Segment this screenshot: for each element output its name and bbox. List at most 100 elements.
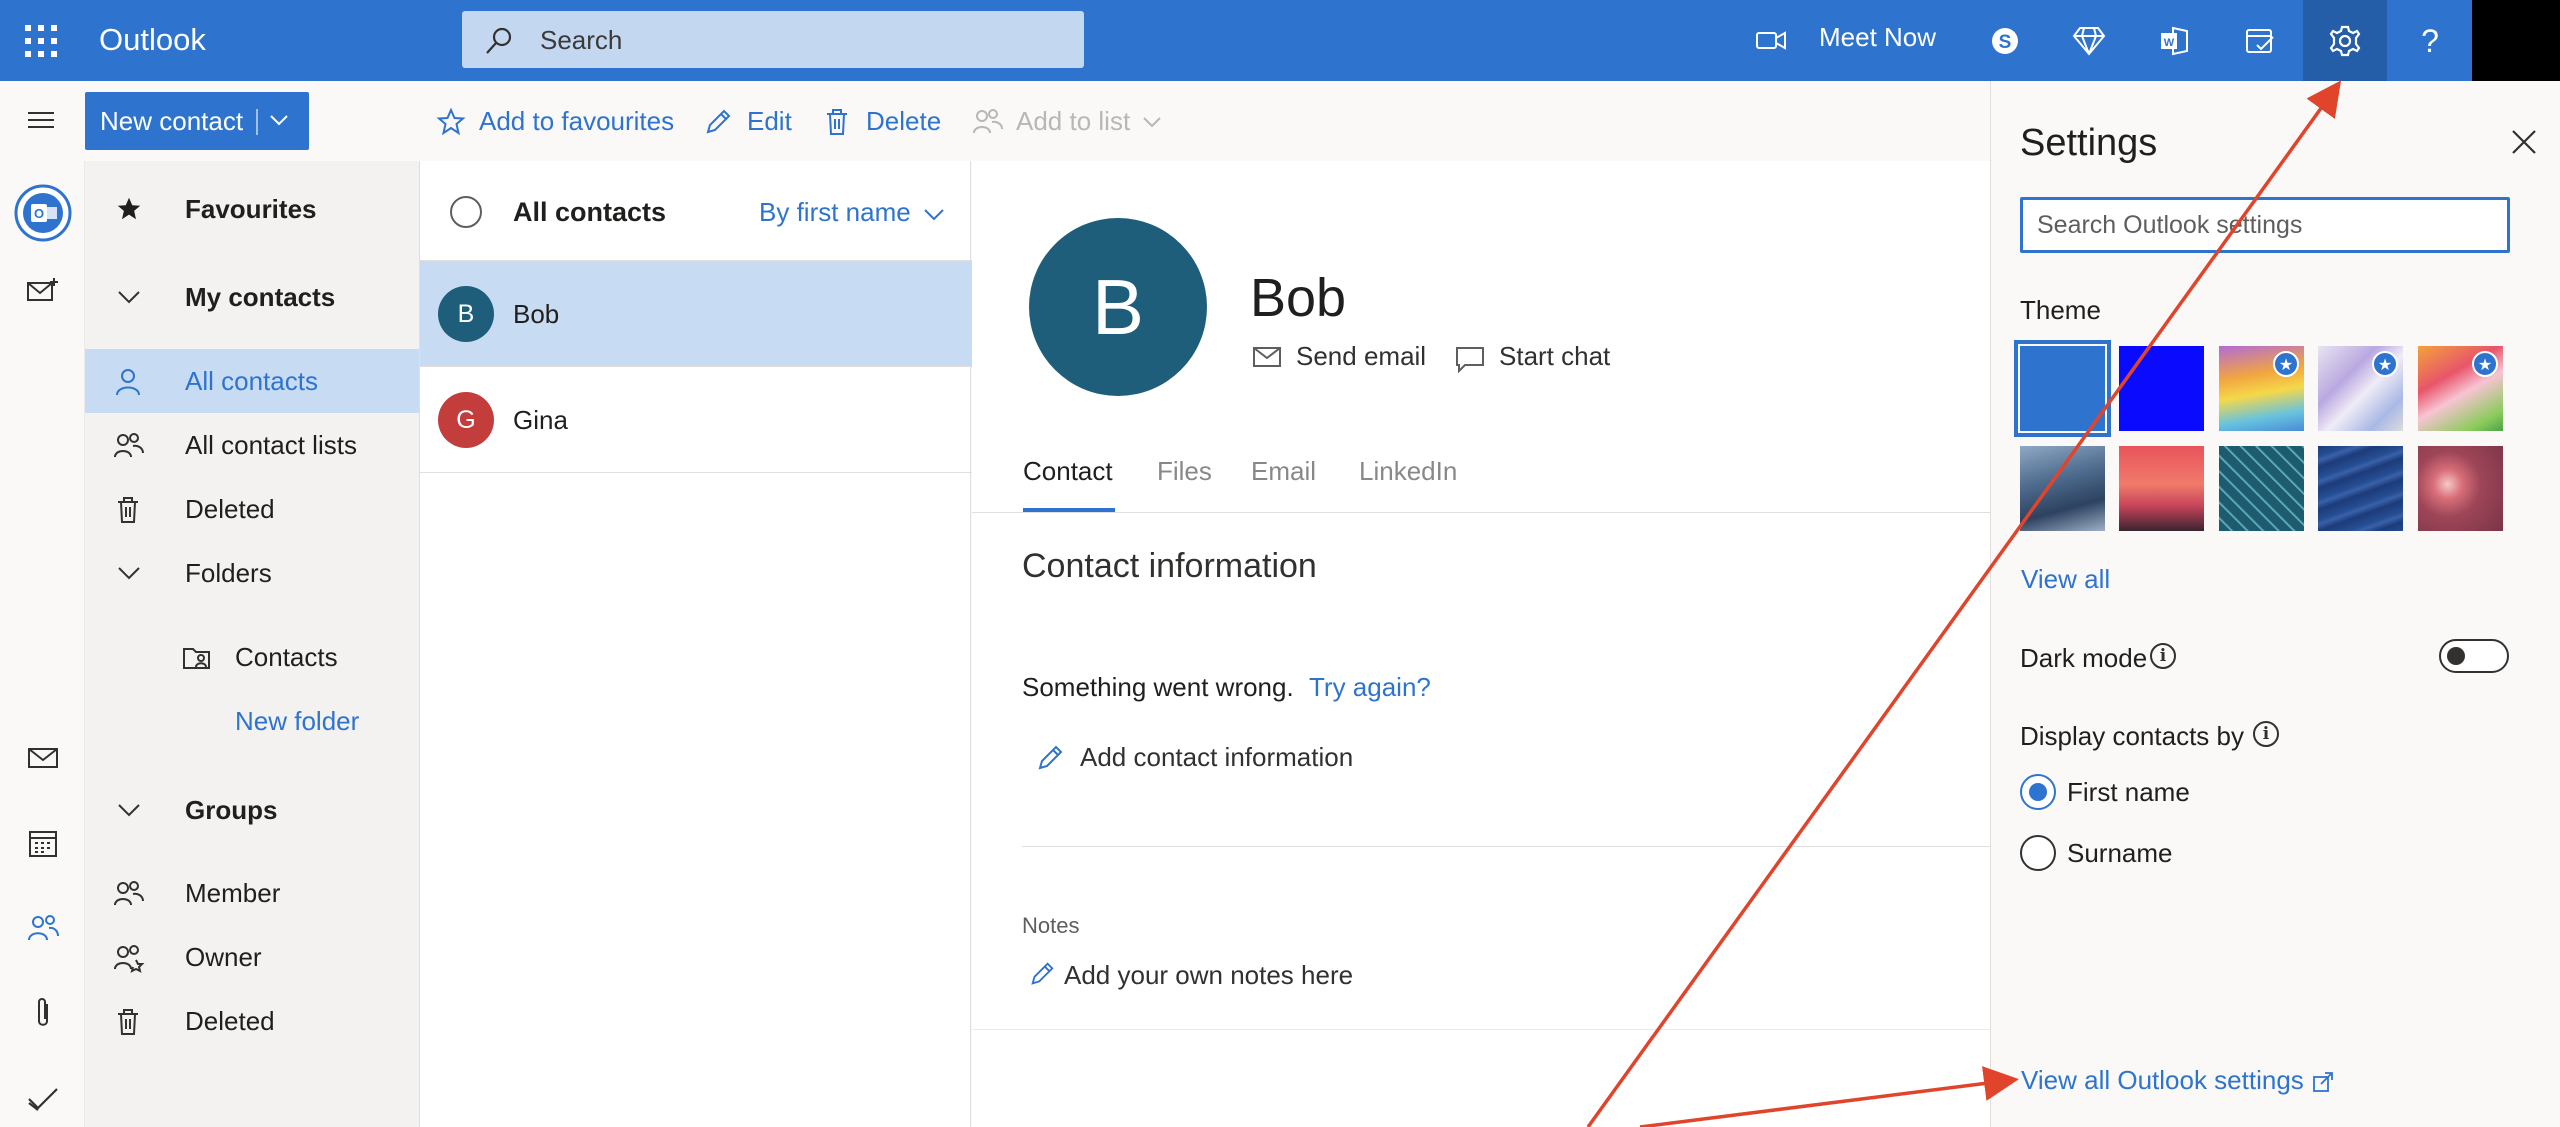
add-to-list-label: Add to list xyxy=(1016,106,1131,136)
mail-icon[interactable] xyxy=(0,728,85,788)
list-header: All contacts By first name xyxy=(420,161,972,261)
info-icon[interactable]: i xyxy=(2150,643,2176,669)
menu-icon[interactable] xyxy=(26,108,56,132)
new-mail-icon[interactable] xyxy=(0,261,85,321)
theme-blue[interactable] xyxy=(2014,340,2111,437)
diamond-icon[interactable] xyxy=(2047,0,2131,81)
theme-bokeh[interactable] xyxy=(2418,446,2503,531)
delete-button[interactable]: Delete xyxy=(822,103,942,141)
theme-navy[interactable] xyxy=(2318,446,2403,531)
theme-bright-blue[interactable] xyxy=(2119,346,2204,431)
app-title[interactable]: Outlook xyxy=(99,20,206,60)
people-icon[interactable] xyxy=(0,898,85,958)
view-all-themes-link[interactable]: View all xyxy=(2021,562,2110,596)
owner-label: Owner xyxy=(185,942,262,972)
display-contacts-label: Display contacts by xyxy=(2020,721,2244,751)
new-contact-label: New contact xyxy=(100,106,244,136)
star-outline-icon xyxy=(436,107,466,137)
divider xyxy=(1022,846,1990,847)
office-icon[interactable]: W xyxy=(2133,0,2217,81)
chevron-down-icon[interactable] xyxy=(268,109,290,131)
groups-item[interactable]: Groups xyxy=(85,778,419,842)
settings-title: Settings xyxy=(2020,122,2158,164)
todo-icon[interactable] xyxy=(0,1068,85,1127)
contact-name: Bob xyxy=(513,299,560,329)
calendar-icon[interactable] xyxy=(0,813,85,873)
my-contacts-label: My contacts xyxy=(185,282,336,312)
all-contact-lists-item[interactable]: All contact lists xyxy=(85,413,419,477)
surname-radio[interactable] xyxy=(2020,835,2056,871)
premium-star-icon: ★ xyxy=(2372,351,2398,377)
list-item[interactable]: G Gina xyxy=(420,367,972,473)
search-input[interactable]: Search xyxy=(462,11,1084,68)
svg-text:?: ? xyxy=(2421,24,2439,58)
command-bar: New contact Add to favourites Edit Delet… xyxy=(0,81,1990,161)
folders-item[interactable]: Folders xyxy=(85,541,419,605)
contact-tabs: Contact Files Email LinkedIn xyxy=(972,441,1990,513)
sort-dropdown[interactable]: By first name xyxy=(759,194,944,230)
pencil-icon xyxy=(703,107,733,137)
help-icon[interactable]: ? xyxy=(2388,0,2472,81)
theme-landscape[interactable] xyxy=(2020,446,2105,531)
settings-search-input[interactable] xyxy=(2020,197,2510,253)
favourites-item[interactable]: Favourites xyxy=(85,177,419,241)
chevron-down-icon xyxy=(115,559,143,587)
info-icon[interactable]: i xyxy=(2253,721,2279,747)
delete-label: Delete xyxy=(866,106,942,136)
new-folder-link[interactable]: New folder xyxy=(85,689,419,753)
split-divider xyxy=(256,109,258,135)
meet-now-label: Meet Now xyxy=(1819,22,1937,52)
add-to-list-button[interactable]: Add to list xyxy=(972,103,1172,141)
deleted-item[interactable]: Deleted xyxy=(85,477,419,541)
skype-icon[interactable]: S xyxy=(1963,0,2047,81)
contacts-folder-item[interactable]: Contacts xyxy=(85,625,419,689)
contact-details-pane: B Bob Send email Start chat Contact File… xyxy=(972,161,1990,1127)
contact-name: Gina xyxy=(513,405,568,435)
tab-email[interactable]: Email xyxy=(1251,441,1316,501)
chevron-down-icon xyxy=(1142,112,1162,132)
search-placeholder: Search xyxy=(540,25,623,55)
premium-star-icon: ★ xyxy=(2472,351,2498,377)
theme-rainbow[interactable]: ★ xyxy=(2219,346,2304,431)
tab-linkedin[interactable]: LinkedIn xyxy=(1359,441,1457,501)
edit-button[interactable]: Edit xyxy=(703,103,793,141)
tab-contact[interactable]: Contact xyxy=(1023,441,1113,501)
theme-sunset[interactable] xyxy=(2119,446,2204,531)
new-folder-label: New folder xyxy=(235,706,360,736)
add-to-favourites-button[interactable]: Add to favourites xyxy=(436,103,676,141)
theme-prism[interactable]: ★ xyxy=(2318,346,2403,431)
try-again-link[interactable]: Try again? xyxy=(1309,669,1431,705)
gear-icon[interactable] xyxy=(2303,0,2387,81)
close-icon[interactable] xyxy=(2504,122,2544,162)
video-camera-icon xyxy=(1755,28,1787,52)
groups-deleted-item[interactable]: Deleted xyxy=(85,989,419,1053)
dark-mode-toggle[interactable] xyxy=(2439,639,2509,673)
my-day-icon[interactable] xyxy=(2218,0,2302,81)
theme-label: Theme xyxy=(2020,295,2101,325)
new-contact-button[interactable]: New contact xyxy=(85,92,309,150)
theme-circuit[interactable] xyxy=(2219,446,2304,531)
list-item[interactable]: B Bob xyxy=(420,261,972,367)
theme-unicorn[interactable]: ★ xyxy=(2418,346,2503,431)
all-contacts-item[interactable]: All contacts xyxy=(85,349,419,413)
app-launcher-icon[interactable] xyxy=(22,22,60,60)
profile-area[interactable] xyxy=(2472,0,2560,81)
notes-label: Notes xyxy=(1022,913,1080,938)
tab-files[interactable]: Files xyxy=(1157,441,1212,501)
chat-icon xyxy=(1455,345,1485,373)
select-all-checkbox[interactable] xyxy=(450,196,482,228)
svg-text:S: S xyxy=(1999,32,2012,53)
first-name-radio[interactable] xyxy=(2020,774,2056,810)
member-item[interactable]: Member xyxy=(85,861,419,925)
groups-label: Groups xyxy=(185,795,278,825)
folder-pane: Favourites My contacts All contacts All … xyxy=(85,161,419,1127)
owner-item[interactable]: Owner xyxy=(85,925,419,989)
error-message: Something went wrong. xyxy=(1022,672,1294,702)
paperclip-icon[interactable] xyxy=(0,983,85,1043)
my-contacts-item[interactable]: My contacts xyxy=(85,265,419,329)
outlook-app-icon[interactable]: O xyxy=(0,173,85,253)
view-all-outlook-settings-link[interactable]: View all Outlook settings xyxy=(2021,1063,2304,1097)
people-star-icon xyxy=(113,943,145,973)
settings-search-field[interactable] xyxy=(2023,200,2507,250)
open-external-icon[interactable] xyxy=(2312,1071,2334,1093)
